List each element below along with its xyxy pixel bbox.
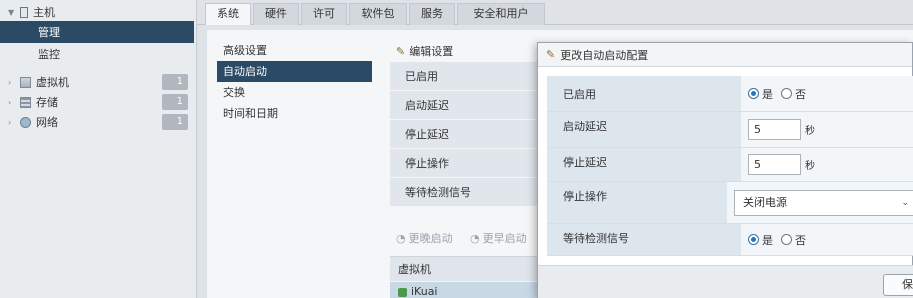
- heartbeat-yes-radio[interactable]: [748, 234, 759, 245]
- host-icon: [20, 6, 28, 18]
- navigator-panel: ▼ 主机 管理 监控 › 虚拟机 1 › 存储 1 › 网络 1: [0, 0, 197, 298]
- tab-services[interactable]: 服务: [409, 3, 455, 25]
- stop-action-control: 关闭电源 ⌄: [727, 182, 913, 223]
- network-icon: [20, 116, 31, 128]
- vm-icon: [20, 76, 31, 88]
- row-heartbeat: 等待检测信号: [390, 178, 540, 207]
- nav-host[interactable]: ▼ 主机: [0, 2, 196, 22]
- pencil-icon: ✎: [546, 48, 556, 61]
- heartbeat-yes-label: 是: [762, 233, 773, 247]
- nav-storage[interactable]: › 存储 1: [0, 92, 196, 112]
- row-stop-delay: 停止延迟: [390, 120, 540, 149]
- subnav-autostart[interactable]: 自动启动: [217, 61, 372, 82]
- nav-network[interactable]: › 网络 1: [0, 112, 196, 132]
- enabled-no-radio[interactable]: [781, 88, 792, 99]
- nav-host-label: 主机: [33, 6, 55, 19]
- field-stop-delay: 停止延迟 5 秒: [547, 148, 913, 182]
- heartbeat-options: 是 否: [741, 224, 913, 255]
- nav-vms[interactable]: › 虚拟机 1: [0, 72, 196, 92]
- vm-row[interactable]: iKuai: [390, 282, 540, 298]
- row-stop-action: 停止操作: [390, 149, 540, 178]
- settings-table: 已启用 启动延迟 停止延迟 停止操作 等待检测信号: [390, 62, 540, 207]
- stop-action-value: 关闭电源: [743, 195, 787, 209]
- enabled-yes-label: 是: [762, 87, 773, 101]
- start-delay-unit: 秒: [805, 126, 815, 137]
- start-earlier-button[interactable]: ◔ 更早启动: [470, 230, 527, 246]
- tab-packages[interactable]: 软件包: [349, 3, 407, 25]
- storage-count-badge: 1: [162, 94, 188, 110]
- edit-settings-label: 编辑设置: [409, 45, 454, 58]
- start-earlier-label: 更早启动: [482, 232, 527, 245]
- field-start-delay: 启动延迟 5 秒: [547, 112, 913, 148]
- field-enabled: 已启用 是 否: [547, 76, 913, 112]
- enabled-no-label: 否: [795, 87, 806, 101]
- nav-monitor[interactable]: 监控: [0, 43, 194, 65]
- vm-name: iKuai: [411, 285, 438, 298]
- stop-action-label: 停止操作: [547, 182, 727, 223]
- edit-settings-button[interactable]: ✎ 编辑设置: [396, 43, 453, 59]
- row-start-delay: 启动延迟: [390, 91, 540, 120]
- heartbeat-no-label: 否: [795, 233, 806, 247]
- network-count-badge: 1: [162, 114, 188, 130]
- start-later-button[interactable]: ◔ 更晚启动: [396, 230, 453, 246]
- collapse-icon[interactable]: ▼: [8, 8, 18, 17]
- stop-delay-label: 停止延迟: [547, 148, 741, 181]
- start-later-icon: ◔: [396, 231, 406, 245]
- subnav-advanced[interactable]: 高级设置: [217, 40, 372, 61]
- vm-icon: [398, 287, 407, 297]
- vm-count-badge: 1: [162, 74, 188, 90]
- tab-security-users[interactable]: 安全和用户: [457, 3, 545, 25]
- enabled-label: 已启用: [547, 76, 741, 111]
- row-enabled: 已启用: [390, 62, 540, 91]
- stop-action-select[interactable]: 关闭电源 ⌄: [734, 189, 913, 216]
- subnav-time-date[interactable]: 时间和日期: [217, 103, 372, 124]
- nav-storage-label: 存储: [36, 96, 58, 109]
- save-button[interactable]: 保: [883, 274, 913, 296]
- start-earlier-icon: ◔: [470, 231, 480, 245]
- tab-system[interactable]: 系统: [205, 3, 251, 25]
- start-delay-input[interactable]: 5: [748, 119, 801, 140]
- enabled-yes-radio[interactable]: [748, 88, 759, 99]
- stop-delay-unit: 秒: [805, 161, 815, 172]
- field-heartbeat: 等待检测信号 是 否: [547, 224, 913, 256]
- stop-delay-control: 5 秒: [741, 148, 913, 181]
- nav-vms-label: 虚拟机: [36, 76, 69, 89]
- heartbeat-no-radio[interactable]: [781, 234, 792, 245]
- expand-icon[interactable]: ›: [8, 98, 18, 107]
- start-later-label: 更晚启动: [408, 232, 453, 245]
- tab-bar: 系统 硬件 许可 软件包 服务 安全和用户: [197, 0, 913, 25]
- stop-delay-input[interactable]: 5: [748, 154, 801, 175]
- expand-icon[interactable]: ›: [8, 118, 18, 127]
- nav-manage[interactable]: 管理: [0, 21, 194, 43]
- tab-license[interactable]: 许可: [301, 3, 347, 25]
- dialog-title: 更改自动启动配置: [560, 48, 649, 62]
- pencil-icon: ✎: [396, 44, 406, 58]
- field-stop-action: 停止操作 关闭电源 ⌄: [547, 182, 913, 224]
- dialog-form: 已启用 是 否 启动延迟 5 秒 停止延迟 5 秒 停止操作 关闭电源 ⌄ 等待…: [547, 76, 913, 256]
- dialog-title-bar: ✎ 更改自动启动配置: [538, 43, 912, 67]
- heartbeat-label: 等待检测信号: [547, 224, 741, 255]
- nav-network-label: 网络: [36, 116, 58, 129]
- dialog-footer: 保: [538, 265, 913, 298]
- subnav-swap[interactable]: 交换: [217, 82, 372, 103]
- vm-table-header[interactable]: 虚拟机: [390, 256, 540, 281]
- enabled-options: 是 否: [741, 76, 913, 111]
- start-delay-control: 5 秒: [741, 112, 913, 147]
- tab-hardware[interactable]: 硬件: [253, 3, 299, 25]
- start-delay-label: 启动延迟: [547, 112, 741, 147]
- expand-icon[interactable]: ›: [8, 78, 18, 87]
- storage-icon: [20, 96, 31, 108]
- autostart-dialog: ✎ 更改自动启动配置 已启用 是 否 启动延迟 5 秒 停止延迟 5 秒 停止操…: [537, 42, 913, 298]
- chevron-down-icon: ⌄: [901, 197, 909, 208]
